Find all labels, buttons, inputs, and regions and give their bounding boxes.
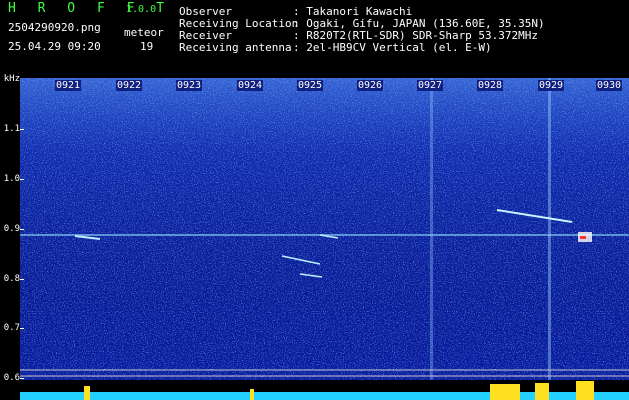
- signal-peak: [576, 381, 594, 400]
- x-time-label: 0926: [357, 80, 384, 91]
- x-time-label: 0928: [477, 80, 504, 91]
- spectrogram-canvas: [20, 78, 629, 380]
- y-tick: [20, 378, 24, 379]
- vertical-burst: [548, 78, 551, 380]
- app-version: 1.0.0: [126, 4, 157, 15]
- x-time-label: 0924: [237, 80, 264, 91]
- y-tick-label: 0.9: [3, 224, 20, 234]
- y-tick: [20, 129, 24, 130]
- header-panel: H R O F F T 1.0.0 2504290920.png meteor …: [0, 0, 629, 78]
- y-tick-label: 0.8: [3, 274, 20, 284]
- x-time-label: 0929: [538, 80, 565, 91]
- signal-strength-strip: [20, 380, 629, 400]
- file-name: 2504290920.png: [8, 21, 101, 34]
- spectrogram-plot: [20, 78, 629, 380]
- x-time-label: 0925: [297, 80, 324, 91]
- info-value-antenna: : 2el-HB9CV Vertical (el. E-W): [293, 41, 492, 54]
- y-tick: [20, 179, 24, 180]
- meteor-count: 19: [140, 40, 154, 53]
- info-label-antenna: Receiving antenna: [179, 41, 292, 54]
- y-tick: [20, 279, 24, 280]
- signal-peak: [535, 383, 549, 400]
- y-tick-label: 0.6: [3, 373, 20, 383]
- vertical-burst: [430, 78, 433, 380]
- y-axis-unit: kHz: [3, 74, 20, 84]
- datetime: 25.04.29 09:20: [8, 40, 101, 53]
- signal-peak: [250, 389, 254, 400]
- y-tick-label: 0.7: [3, 323, 20, 333]
- signal-peak: [84, 386, 90, 400]
- x-time-label: 0930: [596, 80, 623, 91]
- x-time-label: 0921: [55, 80, 82, 91]
- y-tick: [20, 229, 24, 230]
- strong-echo-core: [580, 236, 586, 239]
- signal-peak: [490, 384, 520, 400]
- spectrogram-noise: [20, 78, 629, 380]
- y-tick: [20, 328, 24, 329]
- x-time-label: 0927: [417, 80, 444, 91]
- x-time-label: 0923: [176, 80, 203, 91]
- y-tick-label: 1.1: [3, 124, 20, 134]
- signal-strength-canvas: [20, 381, 629, 400]
- x-time-label: 0922: [116, 80, 143, 91]
- meteor-label: meteor: [124, 26, 164, 39]
- y-tick-label: 1.0: [3, 174, 20, 184]
